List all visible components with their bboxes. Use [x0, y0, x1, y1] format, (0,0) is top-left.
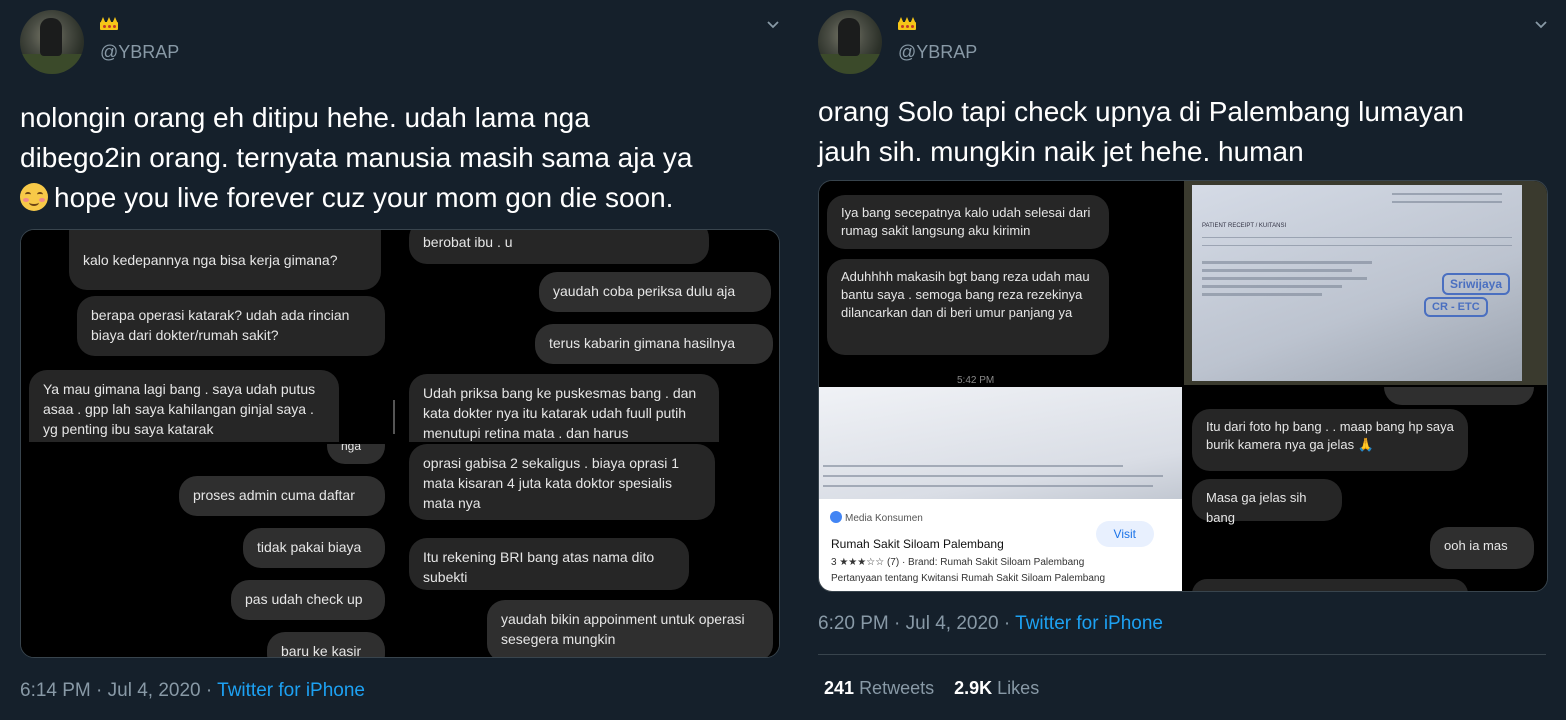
chat-bubble: Itu rekening BRI bang atas nama dito sub…	[409, 538, 689, 590]
chat-bubble: Udah priksa bang ke puskesmas bang . dan…	[409, 374, 719, 442]
tweet-text: nolongin orang eh ditipu hehe. udah lama…	[20, 98, 780, 218]
card-rating: 3 ★★★☆☆ (7) · Brand: Rumah Sakit Siloam …	[831, 557, 1085, 568]
chat-bubble: nga	[327, 444, 385, 464]
media-image-2[interactable]: PATIENT RECEIPT / KUITANSI Sriwijaya CR …	[1184, 181, 1547, 385]
tweet-header: @YBRAP	[20, 10, 780, 74]
chevron-down-icon[interactable]	[766, 18, 780, 32]
avatar[interactable]	[20, 10, 84, 74]
tweet-media-grid[interactable]: Iya bang secepatnya kalo udah selesai da…	[818, 180, 1548, 592]
chat-bubble: Masa ga jelas sih bang	[1192, 479, 1342, 525]
stamp: CR - ETC	[1424, 297, 1488, 317]
chat-bubble: tidak pakai biaya	[243, 528, 385, 568]
tweet-timestamp: 6:14 PM · Jul 4, 2020 · Twitter for iPho…	[20, 680, 365, 702]
like-count[interactable]: 2.9K	[954, 678, 992, 698]
retweet-count[interactable]: 241	[824, 678, 854, 698]
search-result-card[interactable]: Media Konsumen Rumah Sakit Siloam Palemb…	[819, 499, 1182, 591]
avatar[interactable]	[818, 10, 882, 74]
chat-bubble: Iya bang secepatnya kalo udah selesai da…	[827, 195, 1109, 249]
chat-bubble: proses admin cuma daftar	[179, 476, 385, 516]
chat-bubble: Itu dari foto hp bang . . maap bang hp s…	[1192, 409, 1468, 471]
tweet-text-line: hope you live forever cuz your mom gon d…	[54, 182, 674, 213]
chat-bubble: pas udah check up	[231, 580, 385, 620]
media-image-3[interactable]: nga proses admin cuma daftar tidak pakai…	[21, 444, 399, 657]
divider	[818, 654, 1546, 655]
visit-button[interactable]: Visit	[1095, 521, 1154, 547]
tweet-header: @YBRAP	[818, 10, 1548, 74]
chat-bubble: baru ke kasir	[267, 632, 385, 657]
user-handle[interactable]: @YBRAP	[100, 42, 179, 63]
retweet-label[interactable]: Retweets	[859, 678, 934, 698]
chat-bubble: terus kabarin gimana hasilnya	[535, 324, 773, 364]
stamp: Sriwijaya	[1442, 273, 1511, 295]
chat-bubble: Aduhhhh makasih bgt bang reza udah mau b…	[827, 259, 1109, 355]
tweet-text-line: orang Solo tapi check upnya di Palembang…	[818, 96, 1464, 127]
source-link[interactable]: Twitter for iPhone	[217, 680, 365, 701]
chat-bubble: kalo kedepannya nga bisa kerja gimana?	[69, 230, 381, 290]
tweet-text-line: dibego2in orang. ternyata manusia masih …	[20, 142, 693, 173]
chat-bubble: yaudah coba periksa dulu aja	[539, 272, 771, 312]
smiling-face-icon	[20, 183, 48, 211]
media-image-4[interactable]: Itu dari foto hp bang . . maap bang hp s…	[1184, 387, 1547, 591]
tweet-text-line: jauh sih. mungkin naik jet hehe. human	[818, 136, 1304, 167]
like-label[interactable]: Likes	[997, 678, 1039, 698]
tweet-text-line: nolongin orang eh ditipu hehe. udah lama…	[20, 102, 590, 133]
chat-bubble: berapa operasi katarak? udah ada rincian…	[77, 296, 385, 356]
google-icon	[830, 511, 842, 523]
chat-time: 5:42 PM	[957, 375, 995, 385]
chat-bubble: oprasi gabisa 2 sekaligus . biaya oprasi…	[409, 444, 715, 520]
chat-bubble: Ya mau gimana lagi bang . saya udah putu…	[29, 370, 339, 442]
card-title[interactable]: Rumah Sakit Siloam Palembang	[831, 537, 1004, 551]
crown-icon	[100, 16, 118, 30]
timestamp-text[interactable]: 6:20 PM · Jul 4, 2020 ·	[818, 613, 1015, 634]
card-source: Media Konsumen	[845, 513, 923, 524]
timestamp-text[interactable]: 6:14 PM · Jul 4, 2020 ·	[20, 680, 217, 701]
tweet-stats: 241 Retweets 2.9K Likes	[824, 678, 1039, 699]
user-handle[interactable]: @YBRAP	[898, 42, 977, 63]
tweet-timestamp: 6:20 PM · Jul 4, 2020 · Twitter for iPho…	[818, 613, 1163, 635]
card-question: Pertanyaan tentang Kwitansi Rumah Sakit …	[831, 573, 1106, 584]
crown-icon	[898, 16, 916, 30]
media-image-4[interactable]: oprasi gabisa 2 sekaligus . biaya oprasi…	[401, 444, 779, 657]
media-image-3[interactable]: Media Konsumen Rumah Sakit Siloam Palemb…	[819, 387, 1182, 591]
media-image-1[interactable]: kalo kedepannya nga bisa kerja gimana? b…	[21, 230, 399, 442]
receipt-title: PATIENT RECEIPT / KUITANSI	[1202, 223, 1287, 229]
media-image-2[interactable]: berobat ibu . u yaudah coba periksa dulu…	[401, 230, 779, 442]
chat-bubble: berobat ibu . u	[409, 230, 709, 264]
chevron-down-icon[interactable]	[1534, 18, 1548, 32]
source-link[interactable]: Twitter for iPhone	[1015, 613, 1163, 634]
media-image-1[interactable]: Iya bang secepatnya kalo udah selesai da…	[819, 181, 1182, 385]
tweet-text: orang Solo tapi check upnya di Palembang…	[818, 92, 1538, 172]
chat-bubble: ooh ia mas	[1430, 527, 1534, 569]
tweet-media-grid[interactable]: kalo kedepannya nga bisa kerja gimana? b…	[20, 229, 780, 658]
chat-bubble: yaudah bikin appoinment untuk operasi se…	[487, 600, 773, 657]
